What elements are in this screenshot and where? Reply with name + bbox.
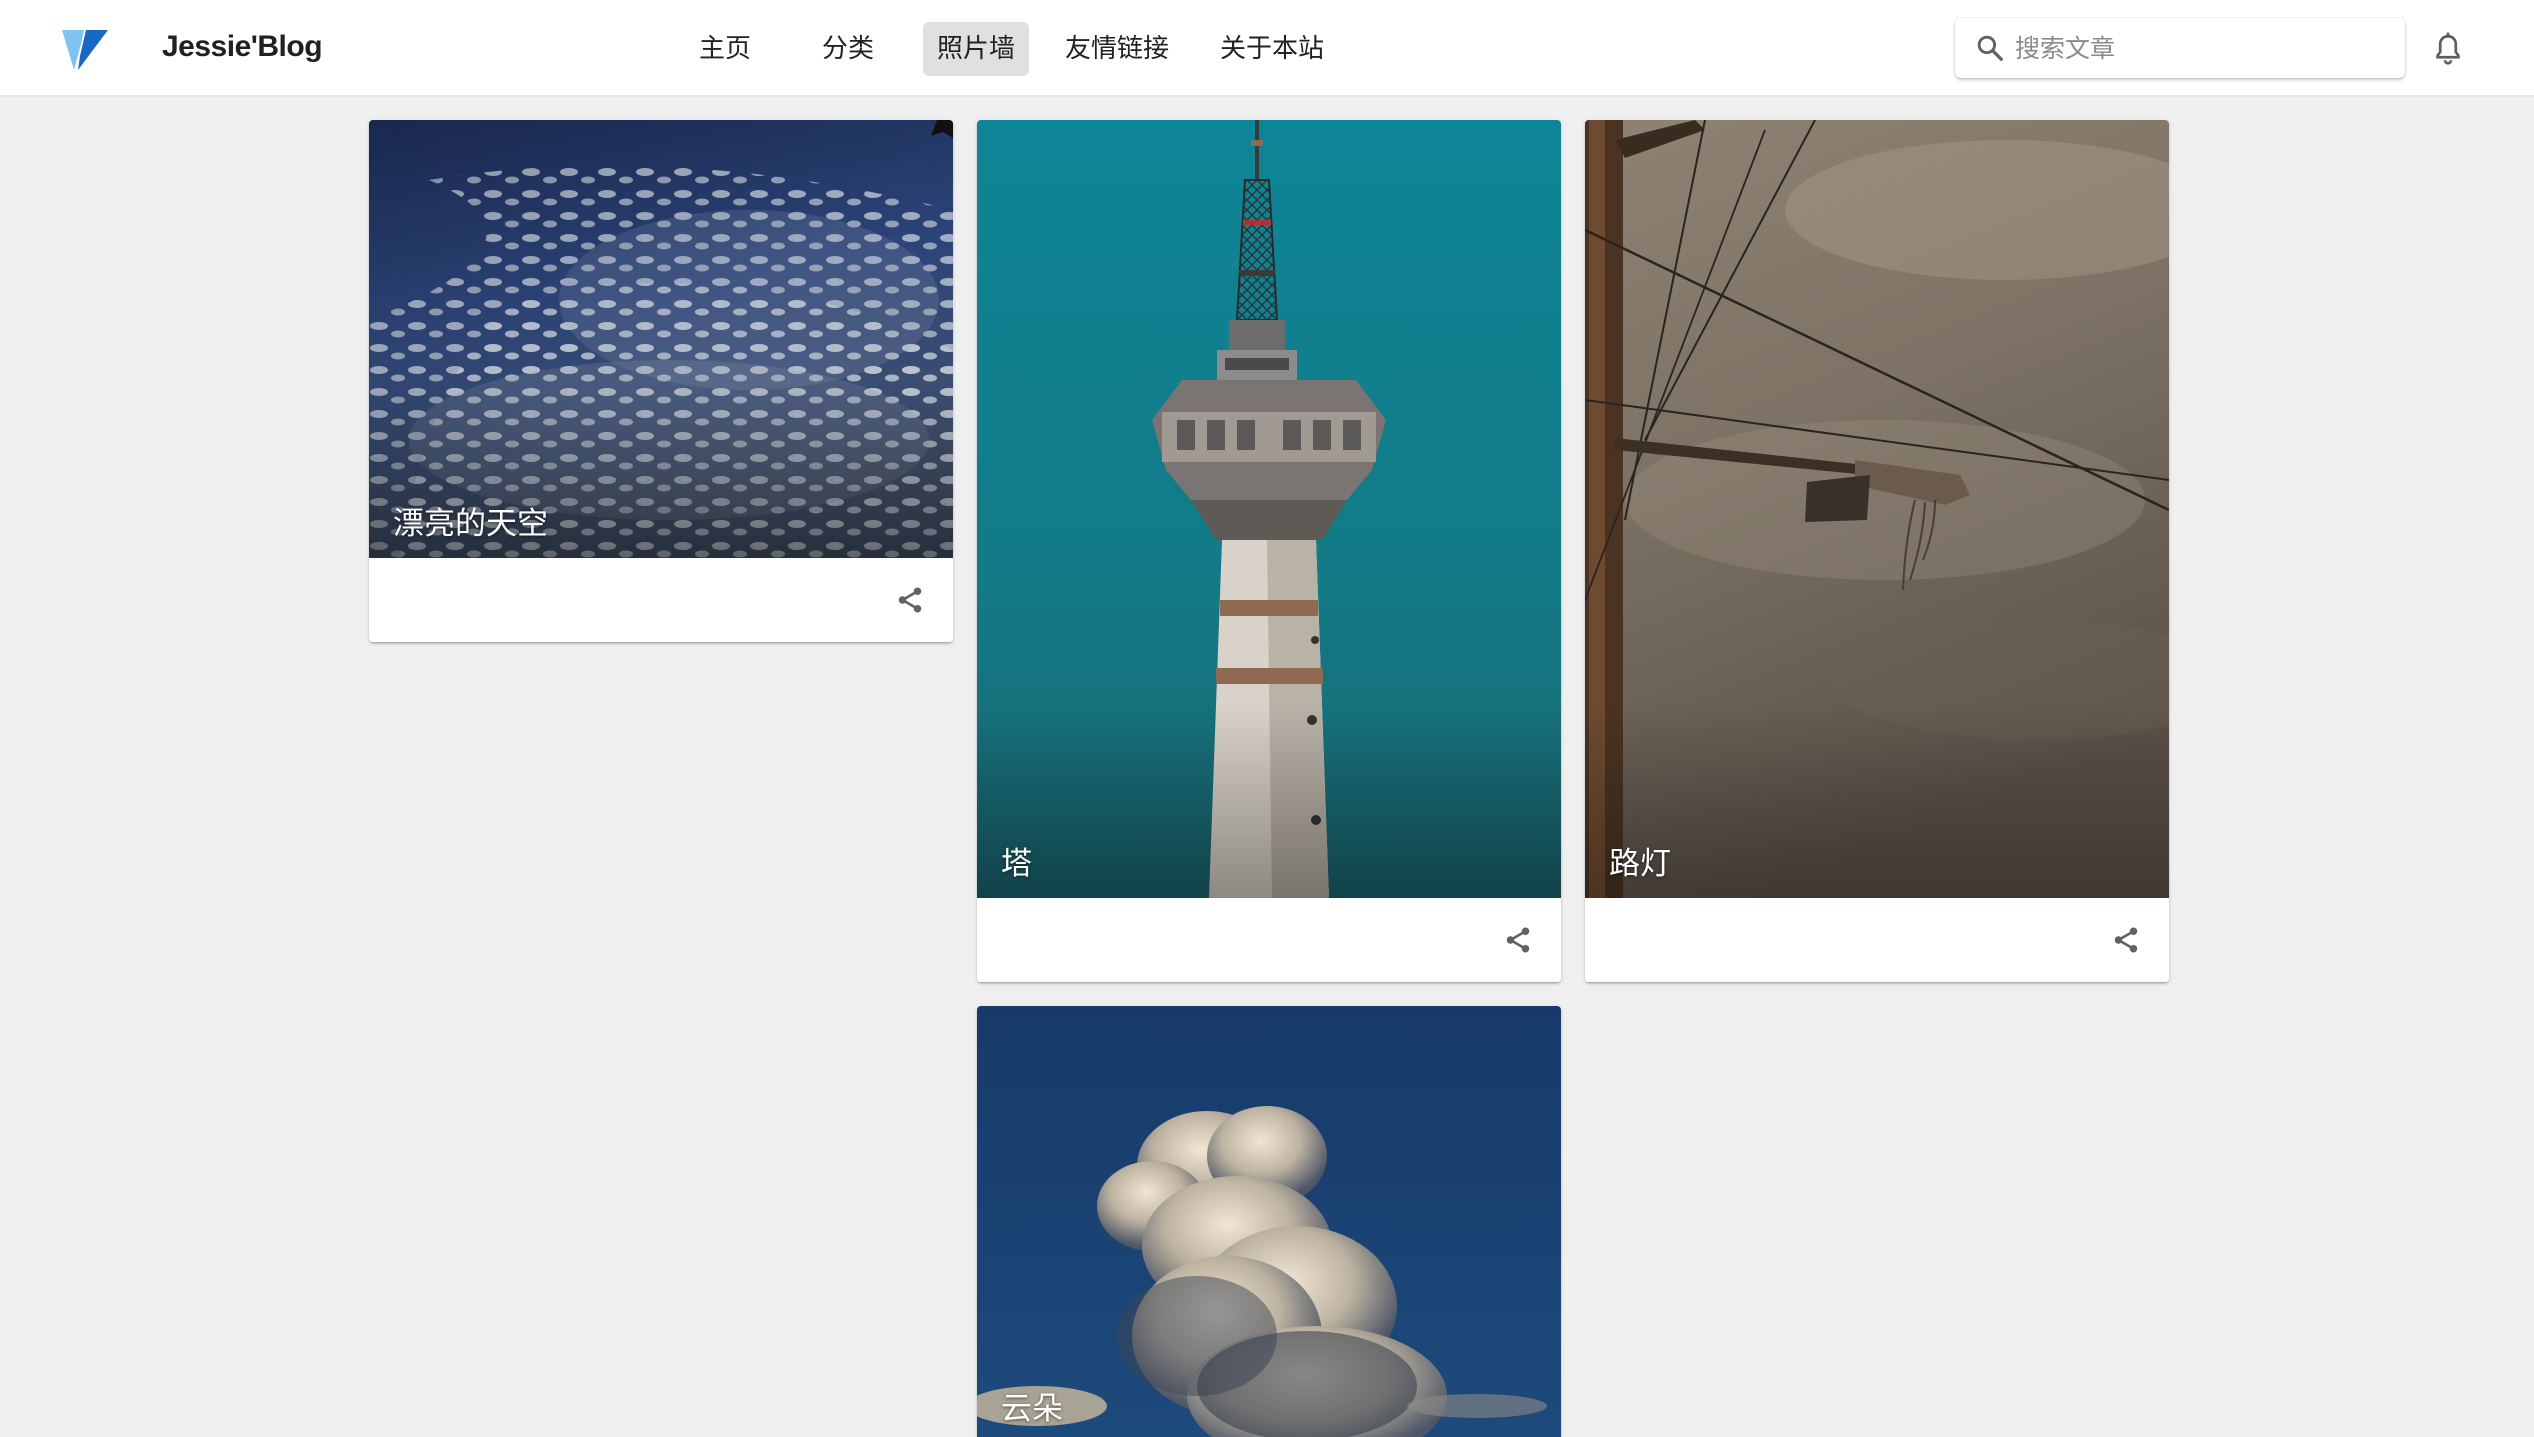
- photo-caption: 漂亮的天空: [393, 506, 548, 542]
- card-actions: [369, 558, 953, 642]
- photo-image[interactable]: 云朵: [977, 1006, 1561, 1437]
- photo-caption: 塔: [1001, 846, 1032, 882]
- vuetify-logo-icon[interactable]: [62, 30, 108, 70]
- nav-item-friend-links[interactable]: 友情链接: [1051, 22, 1183, 76]
- card-actions: [1585, 898, 2169, 982]
- search-box[interactable]: [1955, 18, 2405, 78]
- share-icon[interactable]: [2111, 925, 2141, 955]
- photo-caption: 云朵: [1001, 1391, 1063, 1427]
- photo-card[interactable]: 塔: [977, 120, 1561, 982]
- nav-item-about[interactable]: 关于本站: [1206, 22, 1338, 76]
- nav-item-home[interactable]: 主页: [685, 22, 765, 76]
- card-actions: [977, 898, 1561, 982]
- photo-image[interactable]: 路灯: [1585, 120, 2169, 898]
- search-input[interactable]: [2015, 26, 2385, 70]
- photo-image[interactable]: 漂亮的天空: [369, 120, 953, 558]
- photo-image[interactable]: 塔: [977, 120, 1561, 898]
- nav-item-categories[interactable]: 分类: [808, 22, 888, 76]
- site-brand[interactable]: Jessie'Blog: [162, 27, 323, 67]
- search-icon[interactable]: [1975, 33, 2005, 63]
- share-icon[interactable]: [895, 585, 925, 615]
- photo-card[interactable]: 云朵: [977, 1006, 1561, 1437]
- photo-card[interactable]: 漂亮的天空: [369, 120, 953, 642]
- nav-item-photo-wall[interactable]: 照片墙: [923, 22, 1030, 76]
- app-bar: Jessie'Blog 主页 分类 照片墙 友情链接 关于本站: [0, 0, 2534, 97]
- photo-caption: 路灯: [1609, 846, 1671, 882]
- photo-card[interactable]: 路灯: [1585, 120, 2169, 982]
- bell-icon[interactable]: [2430, 31, 2466, 67]
- share-icon[interactable]: [1503, 925, 1533, 955]
